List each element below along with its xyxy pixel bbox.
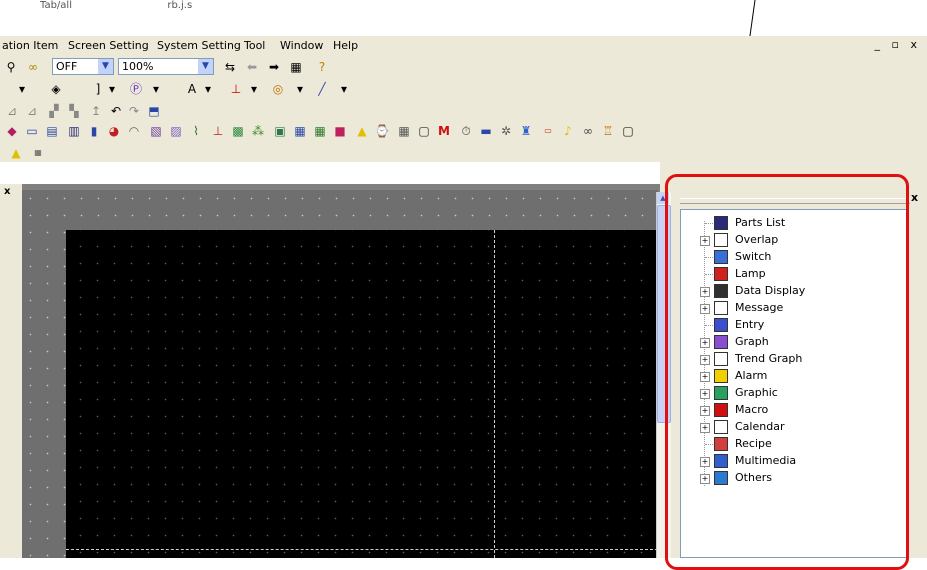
align-right-icon[interactable]: ⊿ [24,103,40,119]
order-icon[interactable]: ↥ [88,103,104,119]
card-icon[interactable]: ▬ [478,123,494,139]
parts-p-icon[interactable]: Ⓟ [128,81,144,97]
menu-item-help[interactable]: Help [333,39,358,52]
time-display-icon[interactable]: ⌚ [374,123,390,139]
link-icon[interactable]: ∞ [580,123,596,139]
calendar-icon[interactable]: ▦ [396,123,412,139]
menu-item-system-setting[interactable]: System Setting [157,39,241,52]
date-format-icon[interactable]: ▦ [30,145,46,161]
dropdown-icon[interactable]: ▾ [292,81,308,97]
group-icon[interactable]: ▞ [46,103,62,119]
closed-area-icon[interactable]: ▨ [168,123,184,139]
data-display-icon[interactable]: ▥ [66,123,82,139]
screen-list-icon[interactable]: ▦ [288,59,304,75]
fill-icon[interactable]: ◈ [48,81,64,97]
screen-boundary-horizontal [66,549,658,550]
video-icon[interactable]: ♜ [518,123,534,139]
dropdown-icon[interactable]: ▾ [104,81,120,97]
scatter-icon[interactable]: ⁂ [250,123,266,139]
record-icon[interactable]: ■ [332,123,348,139]
help-icon[interactable]: ? [314,59,330,75]
chevron-down-icon: ▼ [198,59,213,74]
entry-icon[interactable]: ▤ [44,123,60,139]
menu-item-screen-setting[interactable]: Screen Setting [68,39,149,52]
line-color-icon[interactable]: ⊥ [228,81,244,97]
trend-graph-icon[interactable]: ⌇ [188,123,204,139]
undo-icon[interactable]: ↶ [108,103,124,119]
toolbar-view: ⚲ ∞ OFF ▼ 100% ▼ ⇆ ⬅ ➡ ▦ ? [0,56,660,78]
panel-meter-icon[interactable]: ▧ [148,123,164,139]
pattern-icon[interactable]: ◎ [270,81,286,97]
menu-item-creation-item[interactable]: ation Item [2,39,58,52]
menu-item-window[interactable]: Window [280,39,323,52]
dropdown-icon[interactable]: ▾ [246,81,262,97]
chevron-down-icon: ▼ [98,59,113,74]
transfer-icon[interactable]: ⇆ [222,59,238,75]
print-icon[interactable]: ▢ [416,123,432,139]
menu-bar: ation Item Screen Setting System Setting… [0,36,927,56]
dropdown-icon[interactable]: ▾ [336,81,352,97]
dropdown-icon[interactable]: ▾ [148,81,164,97]
meter-icon[interactable]: ◠ [126,123,142,139]
panel-close-icon[interactable]: x [911,191,918,204]
message-icon[interactable]: ▭ [24,123,40,139]
align-icon[interactable]: ⊿ [4,103,20,119]
zoom-select[interactable]: 100% ▼ [118,58,214,75]
left-dock-close-icon[interactable]: x [4,186,10,197]
history-icon[interactable]: ▦ [312,123,328,139]
forward-arrow-icon[interactable]: ➡ [266,59,282,75]
dropdown-icon[interactable]: ▾ [200,81,216,97]
pie-icon[interactable]: ◕ [106,123,122,139]
line-icon[interactable]: ╱ [314,81,330,97]
select-icon[interactable]: ⬒ [146,103,162,119]
toolbar-parts-row2: ▲ ▦ [0,142,660,162]
recipe-icon[interactable]: ♖ [600,123,616,139]
zoom-icon[interactable]: ⚲ [3,59,19,75]
toolbar-right-filler [660,56,927,184]
back-arrow-icon[interactable]: ⬅ [244,59,260,75]
sampling-icon[interactable]: ▦ [292,123,308,139]
animation-icon[interactable]: ✲ [498,123,514,139]
toolbar-parts: ◆ ▭ ▤ ▥ ▮ ◕ ◠ ▧ ▨ ⌇ ⊥ ▩ ⁂ ▣ ▦ ▦ ■ ▲ ⌚ ▦ … [0,120,660,142]
screen-canvas[interactable] [66,230,658,558]
toolbar-draw: ▾ ◈ ] ▾ Ⓟ ▾ A ▾ ⊥ ▾ ◎ ▾ ╱ ▾ [0,78,660,100]
toolbar-edit: ⊿ ⊿ ▞ ▚ ↥ ↶ ↷ ⬒ [0,100,660,122]
left-dock-strip [0,184,22,558]
zoom-select-value: 100% [122,60,154,73]
menu-item-tool[interactable]: Tool [244,39,265,52]
text-icon[interactable]: A [184,81,200,97]
binoculars-icon[interactable]: ∞ [25,59,41,75]
callout-highlight-box [665,174,909,570]
sound-icon[interactable]: ♪ [560,123,576,139]
redo-icon[interactable]: ↷ [126,103,142,119]
graph-bar-icon[interactable]: ▮ [86,123,102,139]
window-icon[interactable]: ▢ [620,123,636,139]
macro-icon[interactable]: M [436,123,452,139]
ungroup-icon[interactable]: ▚ [66,103,82,119]
jpeg-icon[interactable]: ▭ [540,123,556,139]
dropdown-icon[interactable]: ▾ [14,81,30,97]
window-controls[interactable]: _ ▫ x [875,38,921,51]
screen-boundary-vertical [494,230,495,558]
graphic-icon[interactable]: ▩ [230,123,246,139]
tank-icon[interactable]: ⊥ [210,123,226,139]
parts-place-icon[interactable]: ◆ [4,123,20,139]
alarm-small-icon[interactable]: ▲ [8,145,24,161]
alarm-icon[interactable]: ▲ [354,123,370,139]
chart-icon[interactable]: ▣ [272,123,288,139]
state-select[interactable]: OFF ▼ [52,58,114,75]
timer-icon[interactable]: ⏱ [458,123,474,139]
state-select-value: OFF [56,60,78,73]
